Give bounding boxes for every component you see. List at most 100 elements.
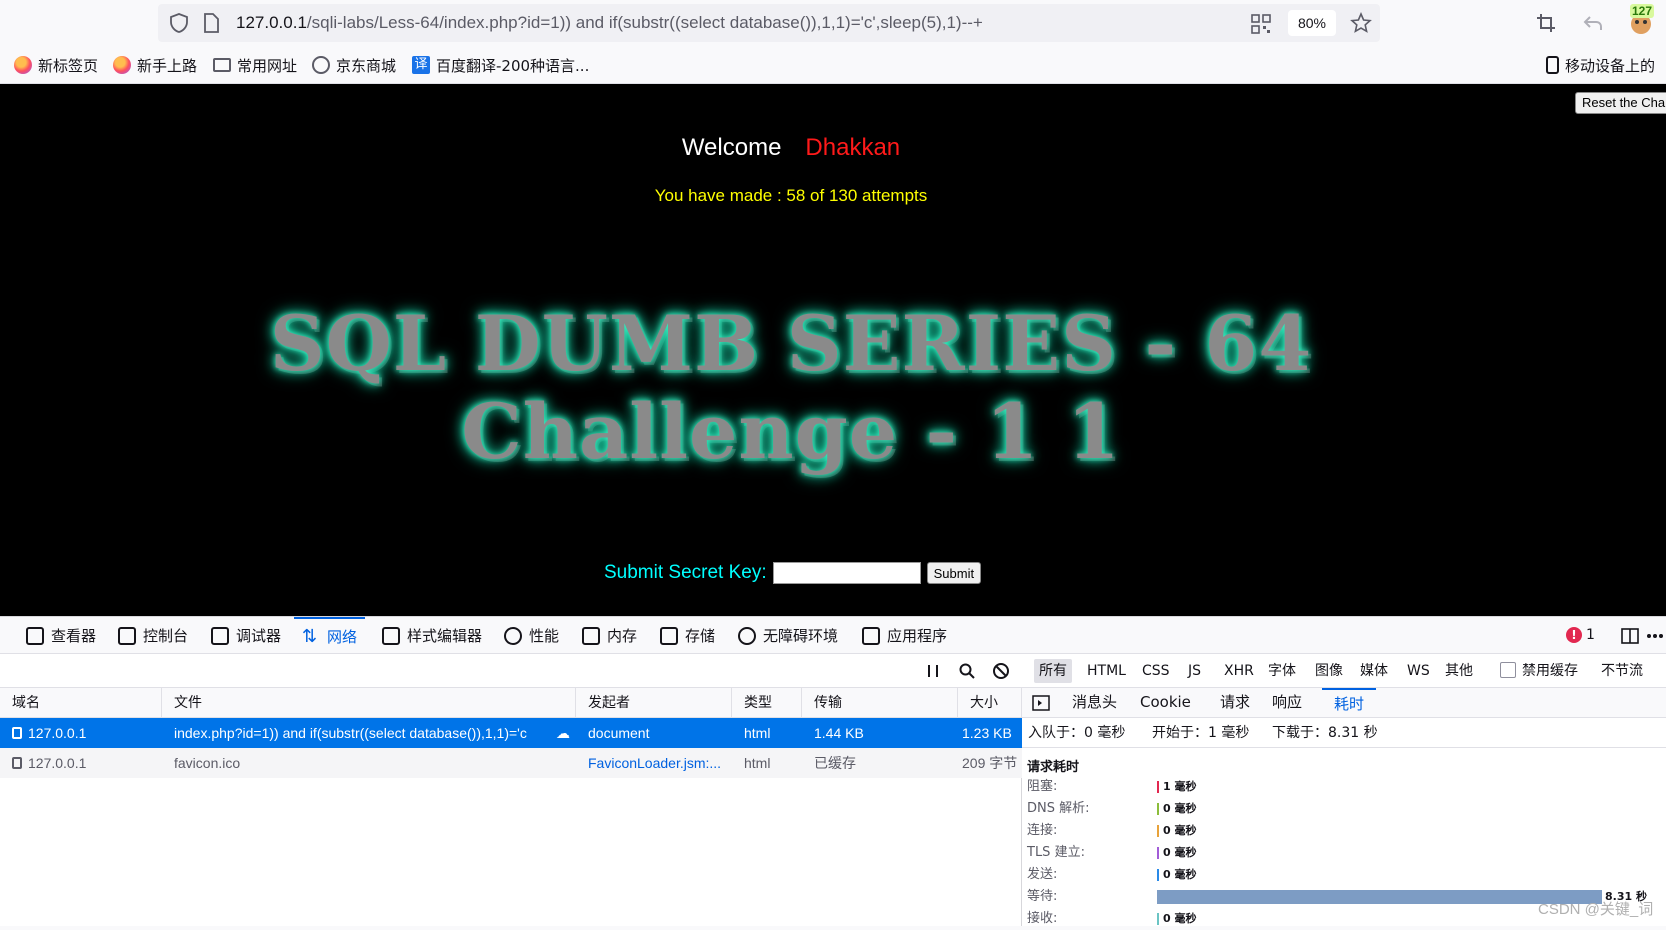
extension-badge: 127 <box>1630 4 1655 18</box>
tab-style-editor[interactable]: 样式编辑器 <box>382 617 482 654</box>
column-initiator[interactable]: 发起者 <box>576 688 732 718</box>
secret-key-form: Submit Secret Key: Submit <box>604 562 982 584</box>
timing-label: DNS 解析: <box>1027 801 1090 816</box>
error-count-badge[interactable]: ! 1 <box>1566 627 1595 643</box>
screenshot-crop-icon[interactable] <box>1535 12 1557 34</box>
table-row[interactable]: 127.0.0.1 index.php?id=1)) and if(substr… <box>0 718 1022 748</box>
tab-inspector[interactable]: 查看器 <box>26 617 96 654</box>
url-bar[interactable]: 127.0.0.1/sqli-labs/Less-64/index.php?id… <box>158 4 1380 42</box>
tab-console[interactable]: 控制台 <box>118 617 188 654</box>
timing-value: 0 毫秒 <box>1163 824 1197 837</box>
column-size[interactable]: 大小 <box>958 688 1022 718</box>
row-domain: 127.0.0.1 <box>0 718 162 748</box>
bookmark-label: 百度翻译-200种语言... <box>436 56 590 75</box>
secret-key-input[interactable] <box>772 562 921 584</box>
row-domain: 127.0.0.1 <box>0 748 162 778</box>
page-icon[interactable] <box>202 13 220 33</box>
zoom-level[interactable]: 80% <box>1288 10 1336 36</box>
clear-block-icon[interactable] <box>992 662 1010 680</box>
column-file[interactable]: 文件 <box>162 688 576 718</box>
translate-icon: 译 <box>412 56 430 74</box>
filter-js[interactable]: JS <box>1183 659 1206 683</box>
row-transfer: 1.44 KB <box>814 725 864 741</box>
network-filter-bar: 所有 HTML CSS JS XHR 字体 图像 媒体 WS 其他 禁用缓存 不… <box>0 654 1666 688</box>
timing-value: 0 毫秒 <box>1163 846 1197 859</box>
firefox-icon <box>14 56 32 74</box>
network-arrows-icon: ⇅ <box>302 625 318 647</box>
filter-fonts[interactable]: 字体 <box>1263 659 1301 683</box>
timing-label: TLS 建立: <box>1027 845 1085 860</box>
secret-key-label: Submit Secret Key: <box>604 562 767 583</box>
row-initiator: document <box>588 725 650 741</box>
bookmark-baidu-translate[interactable]: 译百度翻译-200种语言... <box>412 54 589 76</box>
bookmarks-bar: 新标签页 新手上路 常用网址 京东商城 译百度翻译-200种语言... 移动设备… <box>0 46 1666 84</box>
submit-button[interactable]: Submit <box>926 562 982 584</box>
column-type[interactable]: 类型 <box>732 688 802 718</box>
disable-cache-checkbox[interactable] <box>1500 662 1516 678</box>
bookmark-label: 京东商城 <box>336 56 397 75</box>
filter-images[interactable]: 图像 <box>1310 659 1348 683</box>
timing-bar <box>1157 803 1159 815</box>
timing-row-connect: 连接: 0 毫秒 <box>1027 820 1666 842</box>
bookmark-jd[interactable]: 京东商城 <box>312 54 396 76</box>
tab-performance[interactable]: 性能 <box>504 617 559 654</box>
filter-all[interactable]: 所有 <box>1034 659 1072 683</box>
filter-css[interactable]: CSS <box>1137 659 1175 683</box>
timing-bar <box>1157 847 1159 859</box>
bookmark-mobile[interactable]: 移动设备上的 <box>1546 54 1655 76</box>
tab-request[interactable]: 请求 <box>1208 688 1262 718</box>
toggle-sidebar-icon[interactable] <box>1032 695 1050 711</box>
bookmark-new-tab[interactable]: 新标签页 <box>14 54 98 76</box>
timing-label: 发送: <box>1027 867 1058 882</box>
filter-html[interactable]: HTML <box>1082 659 1131 683</box>
tab-label: 存储 <box>685 627 716 645</box>
browser-toolbar: 127.0.0.1/sqli-labs/Less-64/index.php?id… <box>0 0 1666 46</box>
tab-application[interactable]: 应用程序 <box>862 617 947 654</box>
tab-response[interactable]: 响应 <box>1260 688 1314 718</box>
timing-label: 等待: <box>1027 889 1058 904</box>
globe-icon <box>312 56 330 74</box>
row-file: index.php?id=1)) and if(substr((select d… <box>174 725 527 741</box>
shield-icon[interactable] <box>168 12 190 34</box>
bookmark-star-icon[interactable] <box>1350 12 1372 34</box>
tab-storage[interactable]: 存储 <box>660 617 715 654</box>
reset-challenge-button[interactable]: Reset the Challenge! <box>1575 92 1666 114</box>
throttle-select[interactable]: 不节流 <box>1596 659 1648 683</box>
bookmark-getting-started[interactable]: 新手上路 <box>113 54 197 76</box>
tab-memory[interactable]: 内存 <box>582 617 637 654</box>
bookmark-common-sites[interactable]: 常用网址 <box>213 54 297 76</box>
user-name: Dhakkan <box>805 134 901 161</box>
lock-icon <box>12 757 22 769</box>
undo-arrow-icon[interactable] <box>1582 12 1604 34</box>
dock-side-icon[interactable] <box>1620 626 1640 646</box>
tab-network[interactable]: ⇅ 网络 <box>294 617 366 654</box>
filter-xhr[interactable]: XHR <box>1219 659 1259 683</box>
filter-other[interactable]: 其他 <box>1440 659 1478 683</box>
filter-media[interactable]: 媒体 <box>1355 659 1393 683</box>
tab-accessibility[interactable]: 无障碍环境 <box>738 617 838 654</box>
folder-icon <box>213 58 231 72</box>
qr-code-icon[interactable] <box>1251 14 1271 34</box>
downloaded-time: 下载于：8.31 秒 <box>1272 725 1378 741</box>
filter-ws[interactable]: WS <box>1402 659 1435 683</box>
more-menu-icon[interactable] <box>1646 626 1664 646</box>
tab-label: 性能 <box>529 627 560 645</box>
timing-summary: 入队于：0 毫秒 开始于：1 毫秒 下载于：8.31 秒 <box>1022 718 1666 748</box>
timing-bar <box>1157 913 1159 925</box>
search-icon[interactable] <box>958 662 976 680</box>
watermark: CSDN @关键_词 <box>1538 901 1654 918</box>
row-initiator-link[interactable]: FaviconLoader.jsm:... <box>576 748 732 778</box>
table-row[interactable]: 127.0.0.1 favicon.ico FaviconLoader.jsm:… <box>0 748 1022 778</box>
url-text[interactable]: 127.0.0.1/sqli-labs/Less-64/index.php?id… <box>236 13 983 33</box>
pause-icon[interactable] <box>924 662 942 680</box>
mobile-device-icon <box>1546 56 1559 74</box>
column-transfer[interactable]: 传输 <box>802 688 958 718</box>
column-domain[interactable]: 域名 <box>0 688 162 718</box>
tab-cookies[interactable]: Cookie <box>1128 688 1203 718</box>
tab-headers[interactable]: 消息头 <box>1060 688 1129 718</box>
url-path: /sqli-labs/Less-64/index.php?id=1)) and … <box>306 13 983 32</box>
tab-timings[interactable]: 耗时 <box>1322 688 1377 718</box>
tab-debugger[interactable]: 调试器 <box>211 617 281 654</box>
error-count: 1 <box>1586 627 1595 643</box>
row-transfer: 已缓存 <box>814 755 856 771</box>
